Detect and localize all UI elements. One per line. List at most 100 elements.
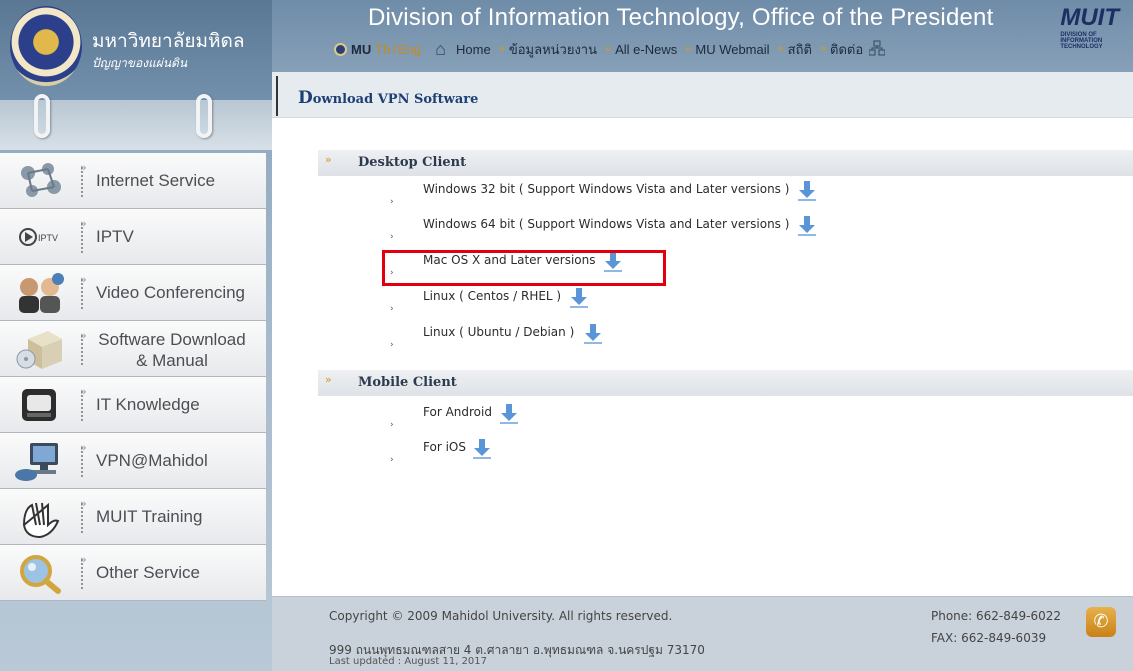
network-icon [14, 159, 66, 203]
download-label: Windows 32 bit ( Support Windows Vista a… [423, 182, 790, 196]
section-mobile-client: » Mobile Client [318, 370, 1133, 396]
download-label: Windows 64 bit ( Support Windows Vista a… [423, 217, 790, 231]
lang-separator: / [392, 41, 397, 57]
iptv-icon: IPTV [14, 215, 66, 259]
copyright-text: Copyright © 2009 Mahidol University. All… [329, 609, 673, 623]
bullet-icon: › [390, 304, 394, 314]
binder-rings-decoration [0, 94, 272, 150]
chevron-right-icon: » [325, 153, 332, 166]
university-motto: ปัญญาของแผ่นดิน [92, 56, 188, 70]
nav-link-home[interactable]: Home [456, 42, 491, 57]
download-label: Linux ( Ubuntu / Debian ) [423, 325, 575, 339]
university-seal-logo[interactable] [10, 6, 82, 86]
main-content: » Desktop Client › Windows 32 bit ( Supp… [272, 118, 1133, 596]
binder-ring-right [196, 94, 212, 138]
download-icon[interactable] [582, 321, 604, 345]
last-updated-text: Last updated : August 11, 2017 [329, 656, 488, 667]
chevron-right-icon: » [325, 373, 332, 386]
sidebar-item-label: Internet Service [96, 171, 216, 190]
sidebar-item-label-line2: & Manual [136, 351, 208, 370]
chevron-right-icon: » [685, 43, 692, 55]
dotted-divider [81, 279, 84, 309]
sidebar-item-vpn-mahidol[interactable]: » VPN@Mahidol [0, 433, 266, 489]
lang-th-link[interactable]: Th [375, 42, 390, 57]
highlight-box [382, 250, 666, 286]
sidebar-item-muit-training[interactable]: » MUIT Training [0, 489, 266, 545]
dotted-divider [81, 167, 84, 197]
chevron-right-icon: » [604, 43, 612, 55]
download-label: Linux ( Centos / RHEL ) [423, 289, 562, 303]
section-desktop-client: » Desktop Client [318, 150, 1133, 176]
sidebar-item-video-conferencing[interactable]: » Video Conferencing [0, 265, 266, 321]
nav-link-contact[interactable]: ติดต่อ [830, 39, 863, 60]
dotted-divider [81, 335, 84, 365]
fax-text: FAX: 662-849-6039 [931, 631, 1047, 645]
download-icon[interactable] [796, 213, 818, 237]
mu-logo-icon [334, 42, 347, 56]
download-icon[interactable] [498, 401, 520, 425]
sidebar-item-it-knowledge[interactable]: » IT Knowledge [0, 377, 266, 433]
university-branding: มหาวิทยาลัยมหิดล ปัญญาของแผ่นดิน [0, 0, 272, 100]
sidebar-item-other-service[interactable]: » Other Service [0, 545, 266, 601]
binder-ring-left [34, 94, 50, 138]
sitemap-icon[interactable] [868, 40, 886, 59]
top-navigation: MU Th / Eng ⌂ Home » ข้อมูลหน่วยงาน » Al… [334, 38, 886, 60]
sidebar-nav: » Internet Service IPTV » IPTV » Video C… [0, 153, 266, 601]
dotted-divider [81, 503, 84, 533]
home-icon[interactable]: ⌂ [435, 40, 446, 58]
sidebar-item-internet-service[interactable]: » Internet Service [0, 153, 266, 209]
page-title-rest: ownload VPN Software [312, 92, 479, 107]
svg-text:IPTV: IPTV [38, 233, 58, 243]
section-title: Desktop Client [358, 155, 467, 170]
bullet-icon: › [390, 340, 394, 350]
university-name: มหาวิทยาลัยมหิดล [92, 31, 245, 52]
bullet-icon: › [390, 232, 394, 242]
page-title-bar: Download VPN Software [272, 72, 1133, 118]
hand-icon [14, 495, 66, 539]
sidebar-item-label-line1: Software Download [98, 330, 246, 349]
dotted-divider [81, 559, 84, 589]
download-icon[interactable] [796, 178, 818, 202]
chevron-right-icon: » [777, 43, 784, 55]
sidebar-item-label: IPTV [96, 227, 134, 246]
muit-logo[interactable]: MUIT DIVISION OF INFORMATION TECHNOLOGY [1060, 4, 1119, 50]
bullet-icon: › [390, 197, 394, 207]
page-title: Download VPN Software [298, 88, 478, 108]
chevron-right-icon: » [819, 43, 827, 55]
sidebar-item-iptv[interactable]: IPTV » IPTV [0, 209, 266, 265]
site-title: Division of Information Technology, Offi… [368, 4, 994, 31]
sidebar-item-label: Other Service [96, 563, 200, 582]
download-icon[interactable] [471, 436, 493, 460]
software-box-icon [14, 327, 66, 371]
book-icon [14, 383, 66, 427]
download-label: For Android [423, 405, 492, 419]
site-footer: Copyright © 2009 Mahidol University. All… [272, 596, 1133, 671]
bullet-icon: › [390, 455, 394, 465]
nav-link-statistics[interactable]: สถิติ [788, 39, 812, 60]
page-title-initial: D [298, 88, 313, 108]
section-title: Mobile Client [358, 375, 457, 390]
dotted-divider [81, 447, 84, 477]
site-header: Division of Information Technology, Offi… [272, 0, 1133, 72]
sidebar-item-label: MUIT Training [96, 507, 203, 526]
download-label: For iOS [423, 440, 466, 454]
muit-logo-subtext: DIVISION OF INFORMATION TECHNOLOGY [1060, 32, 1103, 50]
nav-link-mu-webmail[interactable]: MU Webmail [695, 42, 769, 57]
sidebar-item-label: IT Knowledge [96, 395, 200, 414]
dotted-divider [81, 391, 84, 421]
left-panel: มหาวิทยาลัยมหิดล ปัญญาของแผ่นดิน » Inter… [0, 0, 272, 671]
video-conference-icon [14, 271, 66, 315]
chevron-right-icon: » [498, 43, 505, 55]
mu-label: MU [351, 41, 372, 57]
sidebar-item-label: VPN@Mahidol [96, 451, 208, 470]
sidebar-item-label: Software Download & Manual [92, 329, 252, 371]
sidebar-item-software-download[interactable]: » Software Download & Manual [0, 321, 266, 377]
nav-link-about[interactable]: ข้อมูลหน่วยงาน [509, 39, 597, 60]
lang-en-link[interactable]: Eng [398, 42, 421, 57]
nav-link-all-enews[interactable]: All e-News [615, 42, 677, 57]
bullet-icon: › [390, 420, 394, 430]
title-bar-marker [276, 76, 281, 116]
download-icon[interactable] [568, 285, 590, 309]
phone-icon[interactable]: ✆ [1086, 607, 1116, 637]
computer-icon [14, 439, 66, 483]
